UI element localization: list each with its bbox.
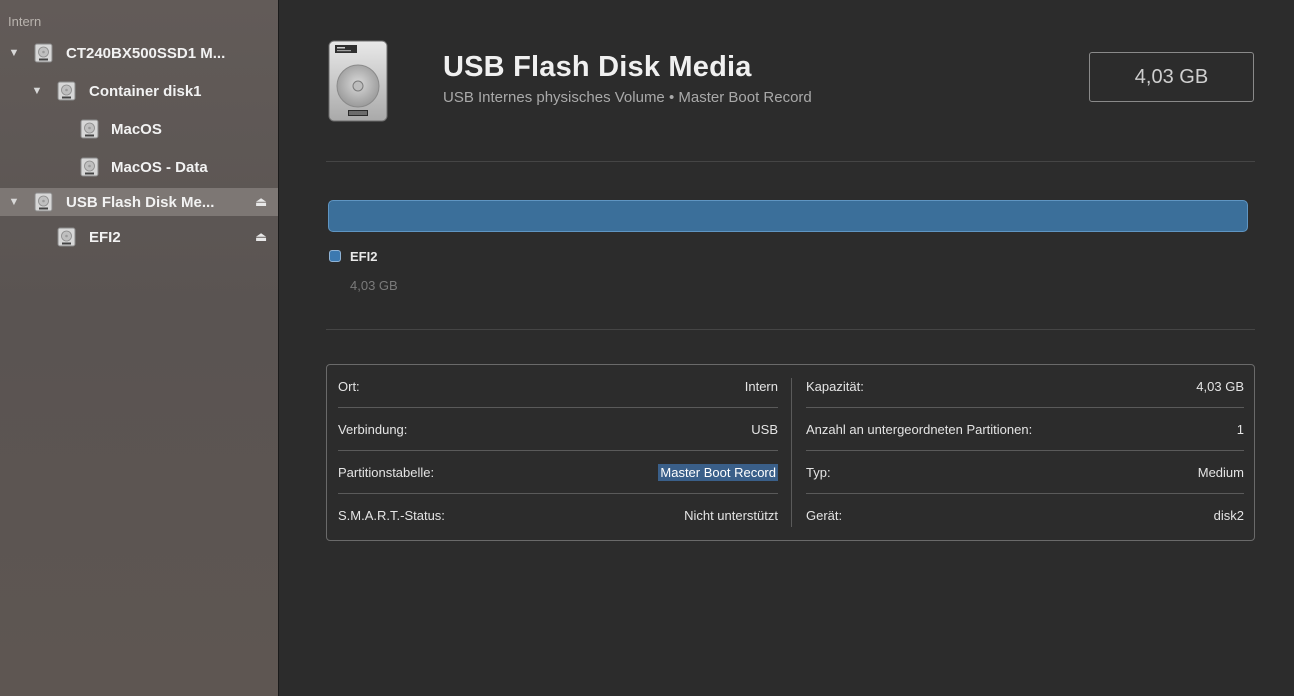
sidebar-item-label: MacOS - Data — [111, 158, 208, 176]
info-key: Ort: — [338, 379, 360, 394]
info-value[interactable]: 4,03 GB — [1196, 379, 1244, 394]
sidebar-item[interactable]: ▼ CT240BX500SSD1 M... — [0, 39, 278, 67]
hard-disk-icon — [57, 227, 76, 247]
disk-title: USB Flash Disk Media — [443, 51, 752, 83]
partition-legend-size: 4,03 GB — [350, 278, 398, 293]
sidebar-item-label: USB Flash Disk Me... — [66, 193, 215, 211]
sidebar-item[interactable]: MacOS — [0, 115, 278, 143]
divider — [326, 329, 1255, 330]
info-row: Ort: Intern — [338, 365, 778, 408]
info-row: Verbindung: USB — [338, 408, 778, 451]
eject-icon[interactable]: ⏏ — [255, 229, 267, 245]
hard-disk-icon — [34, 43, 53, 63]
disclosure-triangle-icon[interactable]: ▼ — [8, 196, 20, 208]
partition-map-bar[interactable] — [328, 200, 1248, 232]
sidebar-item[interactable]: EFI2 ⏏ — [0, 223, 278, 251]
sidebar-item[interactable]: ▼ USB Flash Disk Me... ⏏ — [0, 188, 278, 216]
info-row: Partitionstabelle: Master Boot Record — [338, 451, 778, 494]
info-value[interactable]: 1 — [1237, 422, 1244, 437]
eject-icon[interactable]: ⏏ — [255, 194, 267, 210]
disclosure-triangle-icon[interactable]: ▼ — [31, 85, 43, 97]
info-value[interactable]: Medium — [1198, 465, 1244, 480]
info-value[interactable]: Intern — [745, 379, 778, 394]
info-key: Kapazität: — [806, 379, 864, 394]
hard-disk-icon — [80, 157, 99, 177]
sidebar: Intern ▼ CT240BX500SSD1 M... ▼ Container di… — [0, 0, 279, 696]
info-value[interactable]: disk2 — [1214, 508, 1244, 523]
sidebar-item[interactable]: ▼ Container disk1 — [0, 77, 278, 105]
sidebar-item-label: MacOS — [111, 120, 162, 138]
info-key: S.M.A.R.T.-Status: — [338, 508, 445, 523]
main-pane: USB Flash Disk Media USB Internes physis… — [280, 0, 1294, 696]
column-divider — [791, 378, 792, 527]
sidebar-item-label: EFI2 — [89, 228, 121, 246]
sidebar-section-header: Intern — [8, 14, 42, 29]
info-key: Verbindung: — [338, 422, 408, 437]
sidebar-item-label: CT240BX500SSD1 M... — [66, 44, 226, 62]
capacity-display: 4,03 GB — [1089, 52, 1254, 102]
hard-disk-icon — [328, 40, 388, 122]
sidebar-item[interactable]: MacOS - Data — [0, 153, 278, 181]
partition-color-swatch — [329, 250, 341, 262]
info-value[interactable]: USB — [751, 422, 778, 437]
info-row: S.M.A.R.T.-Status: Nicht unterstützt — [338, 494, 778, 537]
info-key: Anzahl an untergeordneten Partitionen: — [806, 422, 1033, 437]
info-row: Kapazität: 4,03 GB — [806, 365, 1244, 408]
divider — [326, 161, 1255, 162]
hard-disk-icon — [80, 119, 99, 139]
disk-subtitle: USB Internes physisches Volume • Master … — [443, 89, 812, 106]
sidebar-item-label: Container disk1 — [89, 82, 202, 100]
hard-disk-icon — [34, 192, 53, 212]
hard-disk-icon — [57, 81, 76, 101]
info-value[interactable]: Nicht unterstützt — [684, 508, 778, 523]
info-row: Anzahl an untergeordneten Partitionen: 1 — [806, 408, 1244, 451]
info-key: Typ: — [806, 465, 831, 480]
info-value[interactable]: Master Boot Record — [658, 464, 778, 481]
disk-info-table: Ort: Intern Verbindung: USB Partitionstabell… — [326, 364, 1255, 541]
info-row: Gerät: disk2 — [806, 494, 1244, 537]
disclosure-triangle-icon[interactable]: ▼ — [8, 47, 20, 59]
info-key: Partitionstabelle: — [338, 465, 435, 480]
partition-legend-name: EFI2 — [350, 249, 378, 264]
info-row: Typ: Medium — [806, 451, 1244, 494]
info-key: Gerät: — [806, 508, 843, 523]
